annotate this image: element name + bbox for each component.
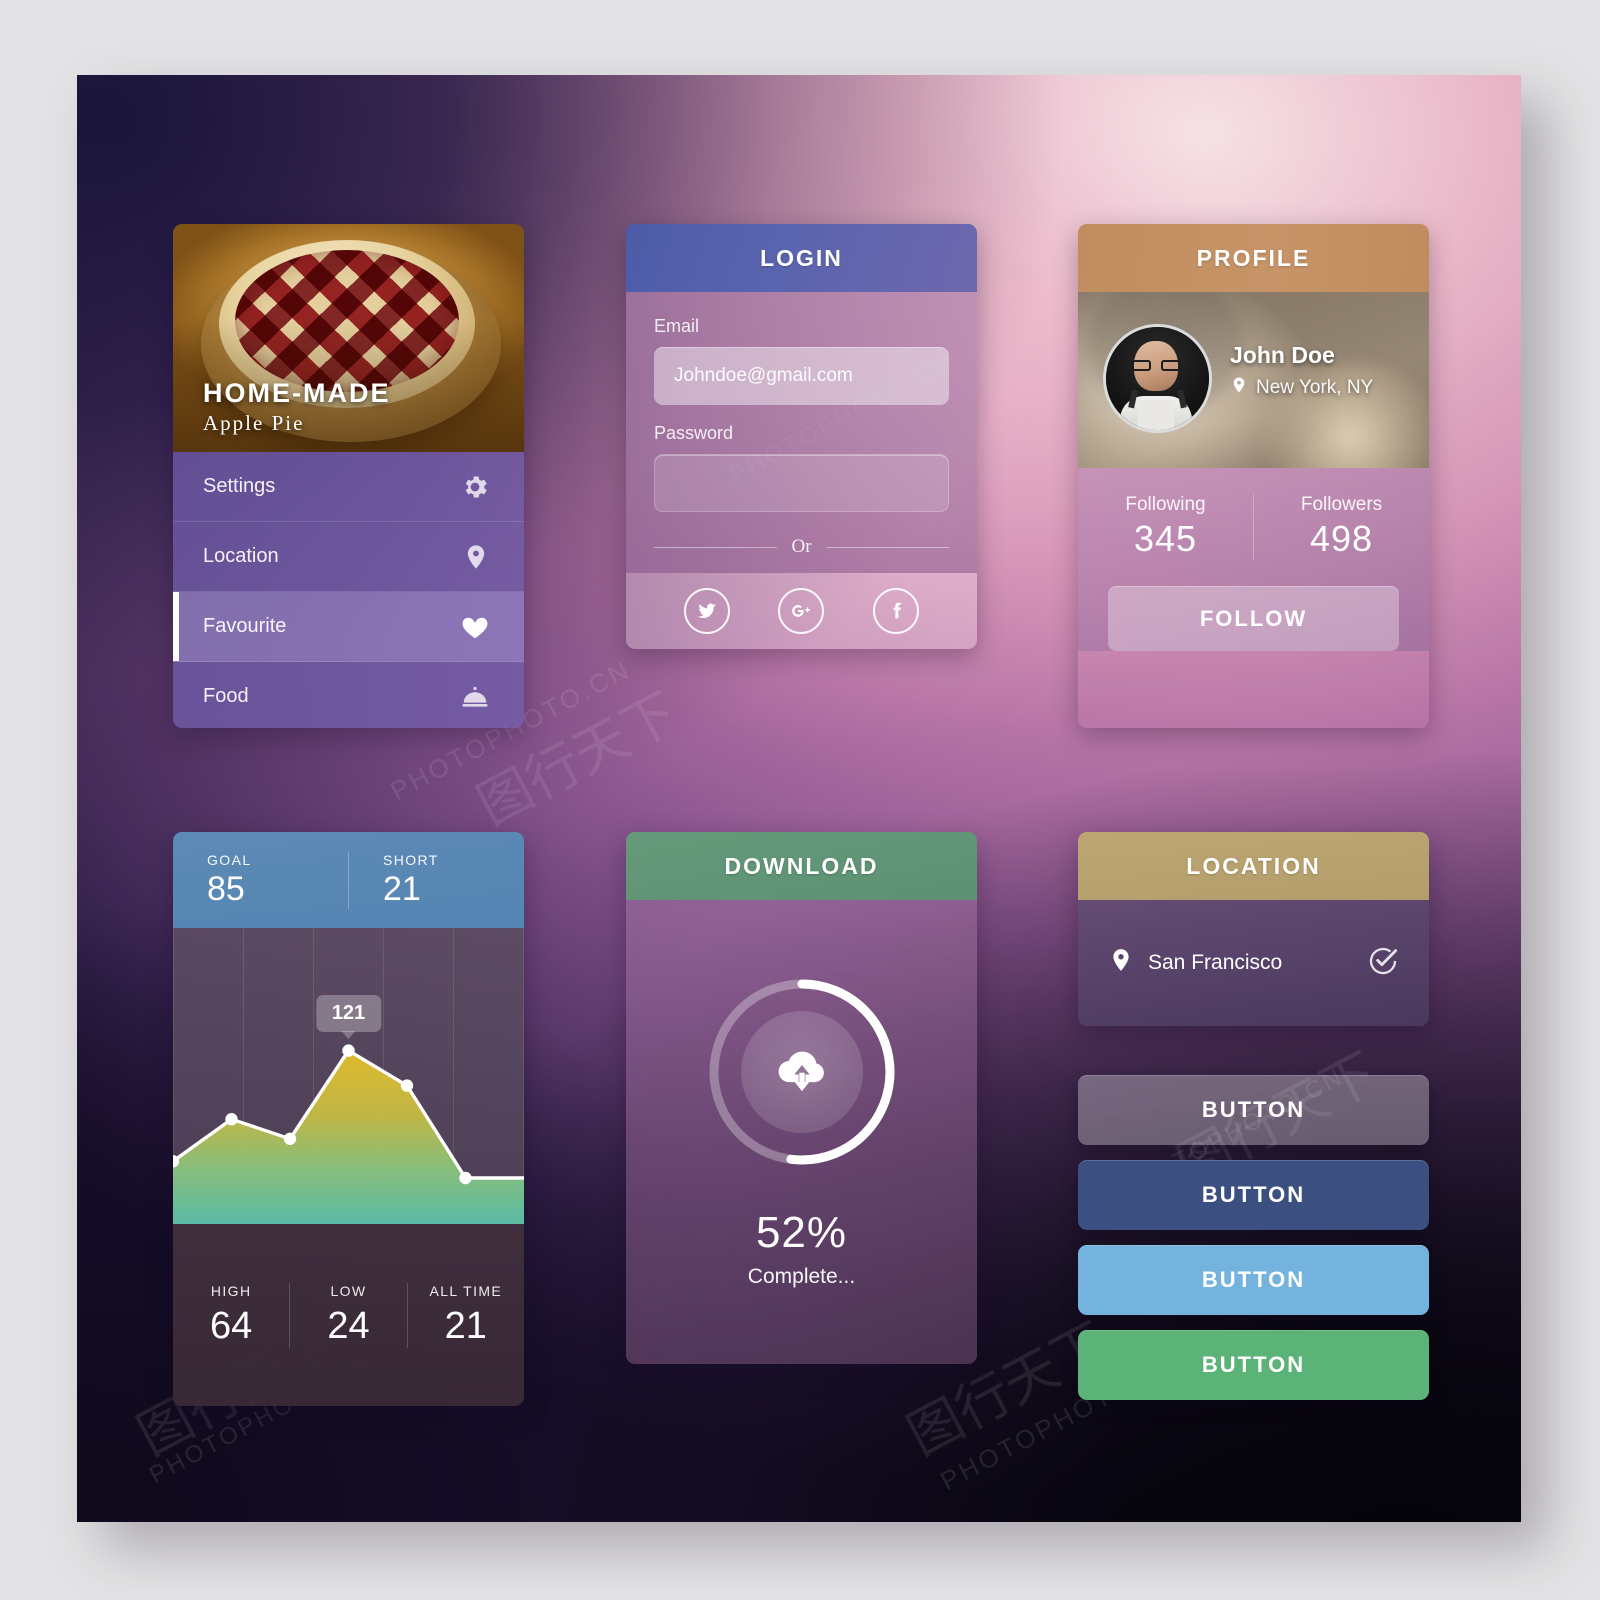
map-pin-icon — [1108, 947, 1134, 979]
stat-label: ALL TIME — [429, 1282, 503, 1299]
stat-label: GOAL — [207, 851, 252, 868]
stat-following: Following 345 — [1078, 494, 1253, 560]
location-card: LOCATION San Francisco — [1078, 832, 1429, 1026]
stat-value: 21 — [383, 869, 421, 908]
location-place: San Francisco — [1108, 947, 1282, 979]
login-card: LOGIN Email Johndoe@gmail.com Password O… — [626, 224, 977, 649]
download-card-header: DOWNLOAD — [626, 832, 977, 900]
photo-caption: HOME-MADE Apple Pie — [203, 378, 391, 436]
download-progress-ring — [704, 974, 900, 1170]
stat-value: 85 — [207, 869, 245, 908]
chart-point — [225, 1113, 238, 1126]
stat-followers: Followers 498 — [1253, 494, 1429, 560]
stat-label: HIGH — [210, 1282, 252, 1299]
menu-card: HOME-MADE Apple Pie Settings Location Fa… — [173, 224, 524, 728]
ui-kit-canvas: PHOTOPHOTO.CN 图行天下 PHOTOPHOTO.CN 图行天下 PH… — [77, 75, 1521, 1522]
social-login-bar — [626, 573, 977, 649]
stat-value: 345 — [1133, 518, 1198, 559]
button-grey[interactable]: BUTTON — [1078, 1075, 1429, 1145]
menu-item-label: Location — [203, 545, 279, 567]
download-card: DOWNLOAD 52% Complete... — [626, 832, 977, 1364]
stat-value: 498 — [1309, 518, 1374, 559]
login-card-header: LOGIN — [626, 224, 977, 292]
cloud-download-icon — [775, 1043, 829, 1102]
stat-low: LOW 24 — [289, 1282, 406, 1348]
stat-label: Following — [1125, 494, 1206, 515]
chart-point — [459, 1171, 472, 1185]
photo-title: HOME-MADE — [203, 378, 391, 408]
apple-pie-photo: HOME-MADE Apple Pie — [173, 224, 524, 452]
stat-short: SHORT 21 — [348, 851, 524, 909]
stat-label: Followers — [1300, 494, 1383, 515]
chart-plot — [173, 1044, 524, 1224]
chart-top-stats: GOAL 85 SHORT 21 — [173, 832, 524, 928]
divider-rule-left — [654, 546, 778, 548]
download-card-body: 52% Complete... — [626, 900, 977, 1364]
stat-value: 24 — [327, 1304, 370, 1347]
location-card-header: LOCATION — [1078, 832, 1429, 900]
food-cloche-icon — [460, 682, 490, 712]
profile-stats: Following 345 Followers 498 — [1078, 468, 1429, 586]
password-field[interactable] — [654, 454, 949, 512]
profile-card-body: Following 345 Followers 498 FOLLOW — [1078, 468, 1429, 651]
field-spacer — [654, 405, 949, 423]
menu-item-favourite[interactable]: Favourite — [173, 592, 524, 662]
button-navy[interactable]: BUTTON — [1078, 1160, 1429, 1230]
chart-bottom-stats: HIGH 64 LOW 24 ALL TIME 21 — [173, 1224, 524, 1406]
google-plus-icon[interactable] — [778, 588, 825, 634]
password-label: Password — [654, 423, 734, 443]
email-label: Email — [654, 316, 700, 336]
facebook-icon[interactable] — [872, 588, 919, 634]
menu-item-label: Food — [203, 685, 249, 707]
menu-item-label: Settings — [203, 475, 276, 497]
map-pin-icon — [1230, 376, 1248, 400]
download-button-circle[interactable] — [740, 1011, 863, 1133]
button-green[interactable]: BUTTON — [1078, 1330, 1429, 1400]
download-percent: 52% — [755, 1208, 848, 1257]
stat-label: SHORT — [383, 851, 439, 868]
stat-high: HIGH 64 — [173, 1283, 289, 1348]
area-chart: 121 — [173, 928, 524, 1224]
stat-all-time: ALL TIME 21 — [406, 1282, 524, 1348]
avatar-glasses — [1131, 360, 1181, 371]
button-sky[interactable]: BUTTON — [1078, 1245, 1429, 1315]
chart-card: GOAL 85 SHORT 21 121 HIGH 64 LOW 24 ALL … — [173, 832, 524, 1406]
location-label: San Francisco — [1148, 951, 1283, 974]
or-label: Or — [791, 536, 812, 557]
divider-rule-right — [825, 546, 949, 548]
check-circle-icon[interactable] — [1367, 945, 1399, 982]
stat-goal: GOAL 85 — [173, 852, 348, 909]
stat-label: LOW — [330, 1282, 367, 1299]
profile-location-label: New York, NY — [1256, 377, 1374, 398]
avatar-apron — [1138, 400, 1174, 430]
profile-card: PROFILE John Doe New York, NY Following … — [1078, 224, 1429, 728]
stat-value: 21 — [444, 1304, 487, 1347]
stat-value: 64 — [210, 1304, 253, 1347]
photo-subtitle: Apple Pie — [203, 411, 305, 435]
profile-name: John Doe — [1230, 342, 1335, 368]
map-pin-icon — [462, 543, 490, 571]
menu-item-food[interactable]: Food — [173, 662, 524, 728]
chart-point — [342, 1044, 355, 1057]
chart-point — [400, 1079, 414, 1092]
gear-icon — [460, 472, 490, 502]
profile-cover-photo: John Doe New York, NY — [1078, 292, 1429, 468]
profile-location: New York, NY — [1230, 376, 1373, 400]
chart-point — [283, 1132, 297, 1145]
follow-button[interactable]: FOLLOW — [1108, 586, 1399, 651]
twitter-icon[interactable] — [684, 588, 731, 634]
heart-icon — [460, 612, 490, 642]
chart-tooltip: 121 — [315, 994, 382, 1039]
profile-card-header: PROFILE — [1078, 224, 1429, 292]
download-status: Complete... — [747, 1265, 856, 1288]
menu-item-location[interactable]: Location — [173, 522, 524, 592]
menu-item-settings[interactable]: Settings — [173, 452, 524, 522]
location-row[interactable]: San Francisco — [1078, 900, 1429, 1026]
or-divider: Or — [654, 536, 949, 558]
email-field[interactable]: Johndoe@gmail.com — [654, 347, 949, 405]
menu-item-label: Favourite — [203, 615, 287, 637]
login-card-body: Email Johndoe@gmail.com Password Or — [626, 292, 977, 573]
avatar — [1103, 324, 1212, 433]
menu-list: Settings Location Favourite Food — [173, 452, 524, 728]
